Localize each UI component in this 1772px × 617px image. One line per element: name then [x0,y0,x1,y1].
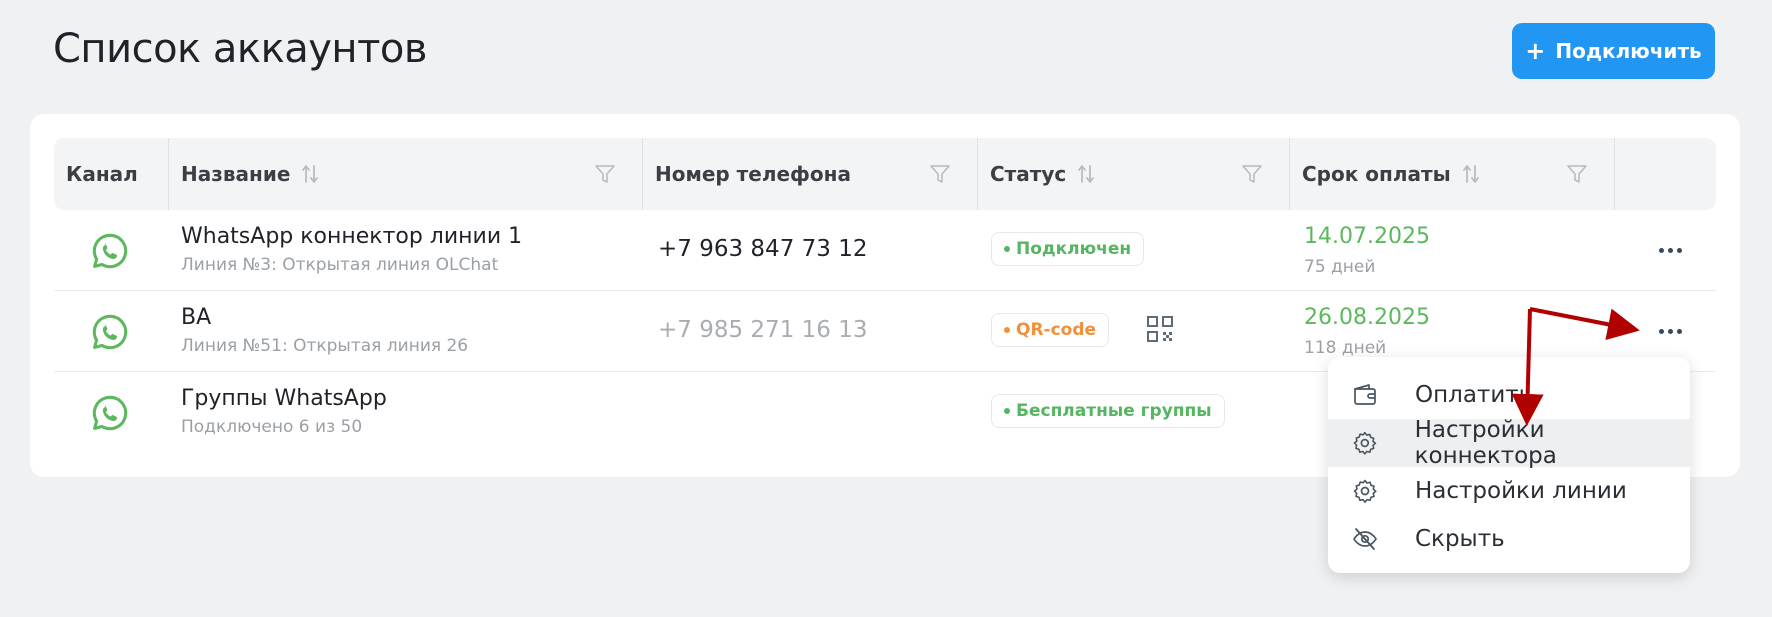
status-label: QR-code [1016,320,1097,340]
context-menu: Оплатить Настройки коннектора Настройки … [1328,357,1690,573]
menu-item-label: Оплатить [1415,382,1533,408]
whatsapp-icon [92,314,128,350]
column-header-name[interactable]: Название [168,138,642,210]
status-badge: QR-code [991,313,1110,347]
column-header-actions [1614,138,1716,210]
account-line: Линия №51: Открытая линия 26 [181,336,469,356]
wallet-icon [1354,384,1376,405]
column-header-label: Статус [990,162,1067,186]
payment-date: 14.07.2025 [1304,224,1430,249]
account-line: Линия №3: Открытая линия OLChat [181,255,499,275]
filter-icon[interactable] [1566,163,1588,185]
payment-date: 26.08.2025 [1304,305,1430,330]
menu-item-connector-settings[interactable]: Настройки коннектора [1328,417,1690,469]
connect-button-label: Подключить [1555,39,1702,63]
whatsapp-icon [92,233,128,269]
column-header-status[interactable]: Статус [977,138,1289,210]
status-dot [1004,327,1010,333]
gear-icon [1353,479,1377,503]
menu-item-label: Настройки линии [1415,478,1627,504]
more-actions-button[interactable] [1652,321,1688,341]
qr-code-icon[interactable] [1146,315,1174,343]
eye-off-icon [1353,528,1377,550]
sort-icon[interactable] [1461,163,1481,185]
gear-icon [1353,431,1377,455]
account-name[interactable]: Группы WhatsApp [181,386,387,411]
sort-icon[interactable] [1076,163,1096,185]
more-actions-button[interactable] [1652,240,1688,260]
account-name[interactable]: ВА [181,305,211,330]
filter-icon[interactable] [1241,163,1263,185]
status-badge: Подключен [991,232,1145,266]
menu-item-label: Скрыть [1415,526,1505,552]
column-header-label: Название [181,162,291,186]
sort-icon[interactable] [300,163,320,185]
table-header: Канал Название Номер телефона Статус Сро… [54,138,1716,210]
page-title: Список аккаунтов [53,26,427,72]
menu-item-pay[interactable]: Оплатить [1328,371,1690,419]
menu-item-label: Настройки коннектора [1414,417,1557,469]
menu-item-hide[interactable]: Скрыть [1328,515,1690,563]
account-name[interactable]: WhatsApp коннектор линии 1 [181,224,522,249]
column-header-channel: Канал [54,138,168,210]
status-badge: Бесплатные группы [991,394,1225,428]
column-header-label: Номер телефона [655,162,851,186]
column-header-label: Канал [66,162,138,186]
status-dot [1004,246,1010,252]
column-header-payment[interactable]: Срок оплаты [1289,138,1614,210]
filter-icon[interactable] [594,163,616,185]
filter-icon[interactable] [929,163,951,185]
status-dot [1004,408,1010,414]
payment-days-left: 75 дней [1304,257,1376,277]
payment-days-left: 118 дней [1304,338,1387,358]
column-header-label: Срок оплаты [1302,162,1451,186]
account-line: Подключено 6 из 50 [181,417,363,437]
table-row[interactable]: WhatsApp коннектор линии 1 Линия №3: Отк… [54,210,1716,291]
phone-number: +7 985 271 16 13 [658,317,868,343]
status-label: Подключен [1016,239,1132,259]
status-label: Бесплатные группы [1016,401,1212,421]
plus-icon: + [1525,37,1546,65]
phone-number: +7 963 847 73 12 [658,236,868,262]
whatsapp-icon [92,395,128,431]
connect-button[interactable]: + Подключить [1512,23,1715,79]
menu-item-line-settings[interactable]: Настройки линии [1328,467,1690,515]
column-header-phone[interactable]: Номер телефона [642,138,977,210]
